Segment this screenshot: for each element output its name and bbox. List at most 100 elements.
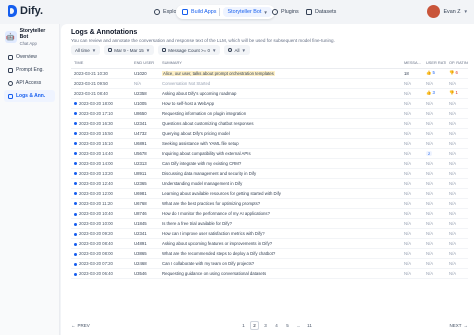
date-range-label: Mar 9 - Mar 15 xyxy=(114,47,144,53)
nav-plugins[interactable]: Plugins xyxy=(266,5,305,19)
dify-logo[interactable]: Dify. xyxy=(8,5,43,17)
table-row[interactable]: 2023-03-20 10:40 U8746 How do I monitor th… xyxy=(71,208,468,220)
table-row[interactable]: 2023-03-20 12:40 U2365 Understanding model… xyxy=(71,178,468,190)
table-row[interactable]: 2023-03-20 13:20 U8911 Discussing data man… xyxy=(71,168,468,180)
table-row[interactable]: 2023-03-20 18:00 U1005 How to self-host a … xyxy=(71,98,468,109)
unread-dot-icon xyxy=(74,142,77,146)
message-count-filter[interactable]: Message Count >= 0 ▼ xyxy=(158,45,221,55)
app-header[interactable]: 🤖 Storyteller Bot Chat App xyxy=(0,24,59,50)
cell-summary: Conversation Not Started xyxy=(159,78,401,89)
user-rate-value: 2 xyxy=(428,150,431,156)
table-row[interactable]: 2023-03-20 14:40 U5678 Inquiring about com… xyxy=(71,148,468,159)
current-app-switcher[interactable]: Storyteller Bot ▼ xyxy=(223,7,272,17)
page-number[interactable]: 2 xyxy=(250,320,259,330)
table-row[interactable]: 2023-03-20 08:40 U4891 Asking about upcomi… xyxy=(71,238,468,250)
cell-time: 2023-03-20 09:20 xyxy=(71,228,131,240)
compass-icon xyxy=(154,9,160,15)
table-row[interactable]: 2023-03-20 12:00 U6981 Learning about avai… xyxy=(71,188,468,200)
cell-messages: N/A xyxy=(401,168,423,180)
arrow-right-icon: → xyxy=(463,322,469,328)
cell-summary-text: Asking about Dify's upcoming roadmap xyxy=(162,90,237,96)
sidebar-item-prompt-eng[interactable]: Prompt Eng. xyxy=(4,64,55,76)
cell-op-rating: N/A xyxy=(446,218,468,230)
cell-messages: N/A xyxy=(401,158,423,169)
table-row[interactable]: 2023-03-20 14:00 U2313 Can Dify integrate … xyxy=(71,158,468,169)
cell-summary-text: Requesting information on plugin integra… xyxy=(162,110,247,116)
sidebar-item-api-access[interactable]: API Access xyxy=(4,77,55,89)
table-row[interactable]: 2023-03-20 08:00 U3865 What are the recomm… xyxy=(71,248,468,260)
cell-op-rating: 👎 1 xyxy=(446,88,468,99)
cell-summary: What are the best practices for optimizi… xyxy=(159,198,401,210)
cell-op-rating: N/A xyxy=(446,178,468,190)
sidebar-item-logs[interactable]: Logs & Ann. xyxy=(4,90,55,102)
table-row[interactable]: 2023-03-20 17:10 U8650 Requesting informat… xyxy=(71,108,468,119)
time-filter[interactable]: All time ▼ xyxy=(71,45,101,55)
chevron-down-icon: ▼ xyxy=(145,47,151,53)
cell-user-rate: N/A xyxy=(423,238,446,250)
sidebar-item-overview[interactable]: Overview xyxy=(4,51,55,63)
next-button[interactable]: NEXT → xyxy=(449,323,468,328)
cell-summary: Alice, our user, talks about prompt orch… xyxy=(159,68,401,79)
cell-user-rate: N/A xyxy=(423,208,446,220)
cell-time: 2023-03-21 08:40 xyxy=(71,88,131,99)
table-row[interactable]: 2023-03-20 09:20 U2341 How can I improve u… xyxy=(71,228,468,240)
page-subtitle: You can review and annotate the conversa… xyxy=(71,38,335,43)
page-number[interactable]: 11 xyxy=(305,321,314,330)
cell-time: 2023-03-20 06:40 xyxy=(71,268,131,280)
page-number[interactable]: 1 xyxy=(239,321,248,330)
cell-summary-text: Learning about available resources for g… xyxy=(162,191,281,197)
cell-messages: N/A xyxy=(401,188,423,200)
page-number[interactable]: 3 xyxy=(261,321,270,330)
table-row[interactable]: 2023-03-21 09:50 N/A Conversation Not Star… xyxy=(71,78,468,89)
cell-summary: Querying about Dify's pricing model xyxy=(159,128,401,139)
top-bar: Dify. Explore Build Apps Storyteller Bot… xyxy=(0,0,474,24)
col-user-rate-header: USER RATE xyxy=(423,58,446,69)
nav-datasets-label: Datasets xyxy=(315,9,337,15)
nav-build-apps[interactable]: Build Apps Storyteller Bot ▼ xyxy=(176,5,275,19)
table-row[interactable]: 2023-03-20 06:40 U3546 Requesting guidance… xyxy=(71,268,468,280)
cell-summary-text: Can Dify integrate with my existing CRM? xyxy=(162,160,242,166)
cell-summary: How do I monitor the performance of my A… xyxy=(159,208,401,220)
prev-button[interactable]: ← PREV xyxy=(71,323,90,328)
cell-user-rate: N/A xyxy=(423,118,446,129)
cell-time-text: 2023-03-20 08:40 xyxy=(79,241,113,247)
cell-user-rate: N/A xyxy=(423,218,446,230)
cell-op-rating: N/A xyxy=(446,258,468,270)
table-row[interactable]: 2023-03-20 10:00 U1845 Is there a free tri… xyxy=(71,218,468,230)
page-number[interactable]: 5 xyxy=(283,321,292,330)
table-row[interactable]: 2023-03-20 16:30 U2341 Questions about cus… xyxy=(71,118,468,129)
user-menu[interactable]: Evan Z ▼ xyxy=(427,5,468,18)
cell-user-rate: 👍 3 xyxy=(423,88,446,99)
table-row[interactable]: 2023-03-20 15:10 U6891 Seeking assistance … xyxy=(71,138,468,149)
cell-messages: N/A xyxy=(401,258,423,270)
cell-time: 2023-03-20 12:00 xyxy=(71,188,131,200)
col-messages-header: MESSA... xyxy=(401,58,423,69)
filter-icon xyxy=(228,48,233,52)
table-row[interactable]: 2023-03-20 07:20 U2468 Can I collaborate w… xyxy=(71,258,468,270)
cell-op-rating: N/A xyxy=(446,158,468,169)
date-range-filter[interactable]: Mar 9 - Mar 15 ▼ xyxy=(104,45,155,55)
cell-end-user: U3865 xyxy=(131,248,159,260)
col-summary-header: SUMMARY xyxy=(159,58,401,69)
cell-summary: Requesting information on plugin integra… xyxy=(159,108,401,119)
cell-summary-text: Inquiring about compatibility with exter… xyxy=(162,150,251,156)
table-row[interactable]: 2023-03-20 11:20 U6768 What are the best p… xyxy=(71,198,468,210)
logs-table: TIME END USER SUMMARY MESSA... USER RATE… xyxy=(71,58,468,280)
overview-icon xyxy=(8,54,13,60)
cell-summary-text: How to self-host a WebApp xyxy=(162,100,214,106)
cell-messages: N/A xyxy=(401,78,423,89)
table-row[interactable]: 2023-03-20 15:50 U4732 Querying about Dify… xyxy=(71,128,468,139)
table-row[interactable]: 2023-03-21 10:30 U1020 Alice, our user, ta… xyxy=(71,68,468,79)
nav-datasets[interactable]: Datasets xyxy=(300,5,342,19)
page-title: Logs & Annotations xyxy=(71,29,138,36)
status-filter[interactable]: All ▼ xyxy=(224,45,250,55)
cell-end-user: U2365 xyxy=(131,178,159,190)
cell-summary-text: Can I collaborate with my team on Dify p… xyxy=(162,261,255,267)
table-row[interactable]: 2023-03-21 08:40 U2358 Asking about Dify's… xyxy=(71,88,468,99)
cell-summary: Seeking assistance with YAML file setup xyxy=(159,138,401,149)
col-end-user-header: END USER xyxy=(131,58,159,69)
cell-end-user: U1005 xyxy=(131,98,159,109)
table-body: 2023-03-21 10:30 U1020 Alice, our user, ta… xyxy=(71,68,468,280)
cell-op-rating: N/A xyxy=(446,198,468,210)
page-number[interactable]: 4 xyxy=(272,321,281,330)
